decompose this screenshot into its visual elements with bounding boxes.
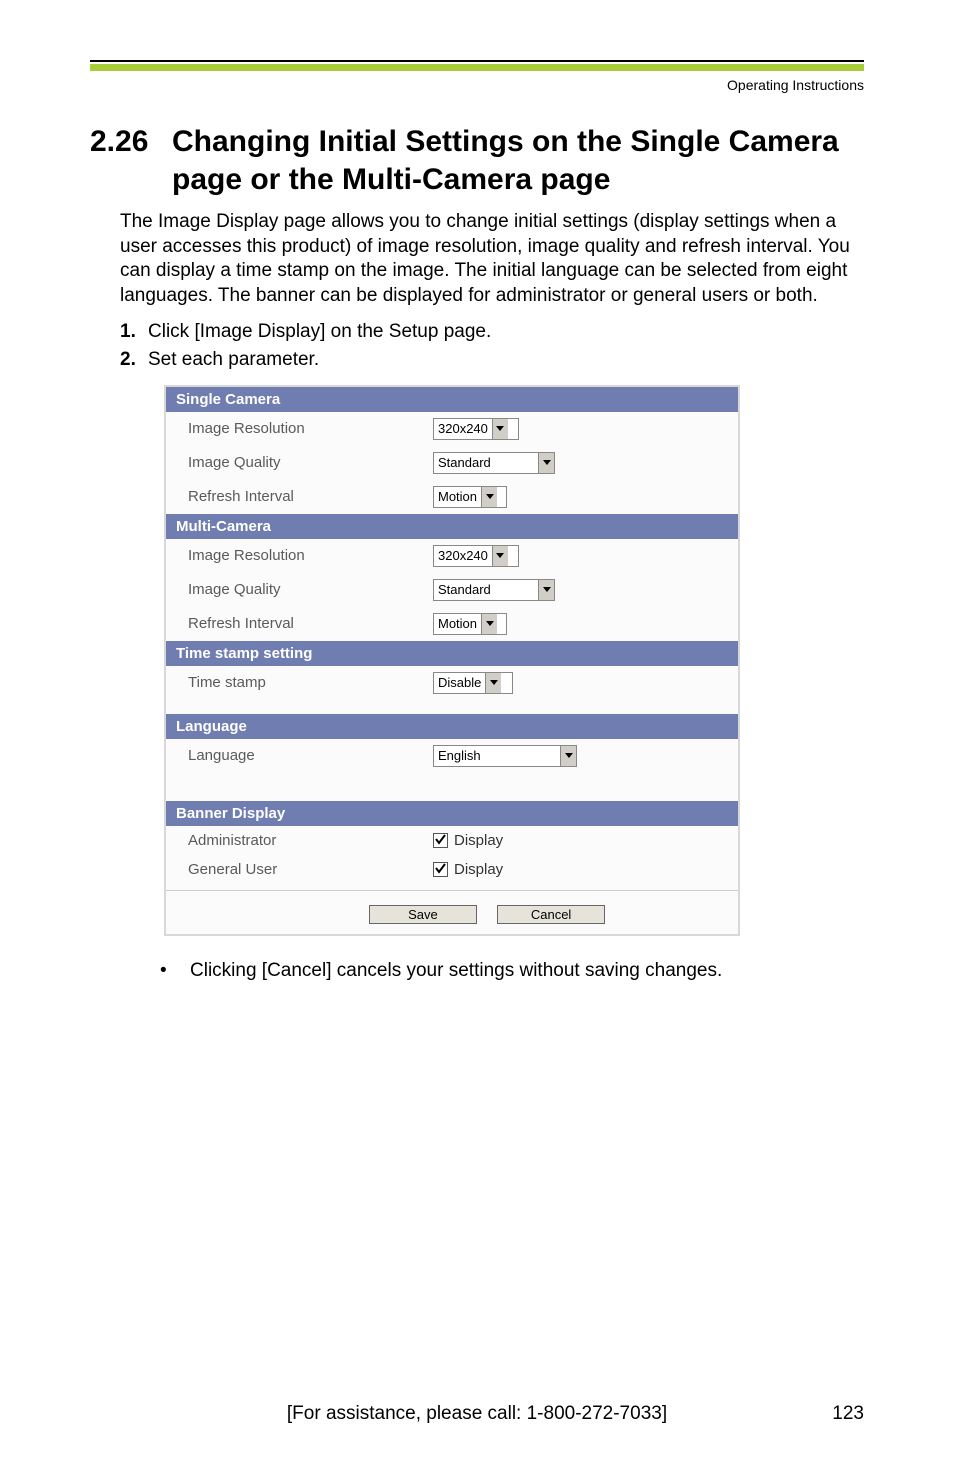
check-icon: [434, 862, 447, 875]
step-list: 1. Click [Image Display] on the Setup pa…: [120, 321, 864, 377]
select-mc-refresh-interval[interactable]: Motion: [433, 613, 507, 635]
settings-form: Single Camera Image Resolution 320x240 I…: [164, 385, 740, 936]
step-1-text: Click [Image Display] on the Setup page.: [148, 321, 864, 343]
row-mc-refresh-interval: Refresh Interval Motion: [166, 607, 738, 641]
select-sc-image-resolution[interactable]: 320x240: [433, 418, 519, 440]
chevron-down-icon: [492, 419, 508, 439]
select-value: Standard: [434, 582, 538, 597]
section-heading: 2.26 Changing Initial Settings on the Si…: [90, 123, 864, 198]
label-mc-image-quality: Image Quality: [166, 581, 433, 598]
row-sc-image-quality: Image Quality Standard: [166, 446, 738, 480]
step-1-number: 1.: [120, 321, 148, 343]
select-value: 320x240: [434, 548, 492, 563]
banner-display-header: Banner Display: [166, 801, 738, 826]
row-general-user: General User Display: [166, 855, 738, 884]
chevron-down-icon: [481, 614, 497, 634]
label-administrator: Administrator: [166, 832, 433, 849]
select-language[interactable]: English: [433, 745, 577, 767]
footer-assistance: [For assistance, please call: 1-800-272-…: [150, 1403, 804, 1425]
step-2: 2. Set each parameter.: [120, 349, 864, 371]
row-mc-image-quality: Image Quality Standard: [166, 573, 738, 607]
step-1: 1. Click [Image Display] on the Setup pa…: [120, 321, 864, 343]
page-number: 123: [804, 1403, 864, 1425]
label-language: Language: [166, 747, 433, 764]
note-list: • Clicking [Cancel] cancels your setting…: [160, 960, 864, 982]
select-value: English: [434, 748, 560, 763]
select-value: Motion: [434, 616, 481, 631]
note-text: Clicking [Cancel] cancels your settings …: [190, 960, 722, 982]
row-sc-image-resolution: Image Resolution 320x240: [166, 412, 738, 446]
label-mc-refresh-interval: Refresh Interval: [166, 615, 433, 632]
chevron-down-icon: [560, 746, 576, 766]
checkbox-label: Display: [454, 861, 503, 878]
heading-title: Changing Initial Settings on the Single …: [172, 123, 864, 198]
chevron-down-icon: [485, 673, 501, 693]
select-value: 320x240: [434, 421, 492, 436]
running-header: Operating Instructions: [90, 77, 864, 93]
step-2-number: 2.: [120, 349, 148, 371]
row-time-stamp: Time stamp Disable: [166, 666, 738, 700]
chevron-down-icon: [492, 546, 508, 566]
select-time-stamp[interactable]: Disable: [433, 672, 513, 694]
row-sc-refresh-interval: Refresh Interval Motion: [166, 480, 738, 514]
label-sc-image-resolution: Image Resolution: [166, 420, 433, 437]
single-camera-header: Single Camera: [166, 387, 738, 412]
checkbox-label: Display: [454, 832, 503, 849]
select-value: Disable: [434, 675, 485, 690]
spacer: [166, 787, 738, 801]
checkbox-administrator-display[interactable]: [433, 833, 448, 848]
check-icon: [434, 833, 447, 846]
row-language: Language English: [166, 739, 738, 773]
language-header: Language: [166, 714, 738, 739]
heading-number: 2.26: [90, 123, 172, 198]
spacer: [166, 773, 738, 787]
green-bar: [90, 64, 864, 71]
multi-camera-header: Multi-Camera: [166, 514, 738, 539]
page-footer: [For assistance, please call: 1-800-272-…: [90, 1403, 864, 1425]
button-row: Save Cancel: [166, 891, 738, 934]
page: Operating Instructions 2.26 Changing Ini…: [0, 0, 954, 1475]
checkbox-general-user-display[interactable]: [433, 862, 448, 877]
chevron-down-icon: [538, 580, 554, 600]
label-sc-refresh-interval: Refresh Interval: [166, 488, 433, 505]
label-sc-image-quality: Image Quality: [166, 454, 433, 471]
row-mc-image-resolution: Image Resolution 320x240: [166, 539, 738, 573]
cancel-button[interactable]: Cancel: [497, 905, 605, 924]
footer-left-spacer: [90, 1403, 150, 1425]
spacer: [166, 700, 738, 714]
select-value: Motion: [434, 489, 481, 504]
label-general-user: General User: [166, 861, 433, 878]
save-button[interactable]: Save: [369, 905, 477, 924]
select-sc-image-quality[interactable]: Standard: [433, 452, 555, 474]
chevron-down-icon: [538, 453, 554, 473]
label-time-stamp: Time stamp: [166, 674, 433, 691]
select-value: Standard: [434, 455, 538, 470]
select-mc-image-quality[interactable]: Standard: [433, 579, 555, 601]
chevron-down-icon: [481, 487, 497, 507]
step-2-text: Set each parameter.: [148, 349, 864, 371]
top-rule: [90, 60, 864, 62]
select-mc-image-resolution[interactable]: 320x240: [433, 545, 519, 567]
row-administrator: Administrator Display: [166, 826, 738, 855]
intro-paragraph: The Image Display page allows you to cha…: [120, 210, 864, 309]
select-sc-refresh-interval[interactable]: Motion: [433, 486, 507, 508]
label-mc-image-resolution: Image Resolution: [166, 547, 433, 564]
bullet-icon: •: [160, 960, 190, 982]
note-item: • Clicking [Cancel] cancels your setting…: [160, 960, 864, 982]
time-stamp-header: Time stamp setting: [166, 641, 738, 666]
